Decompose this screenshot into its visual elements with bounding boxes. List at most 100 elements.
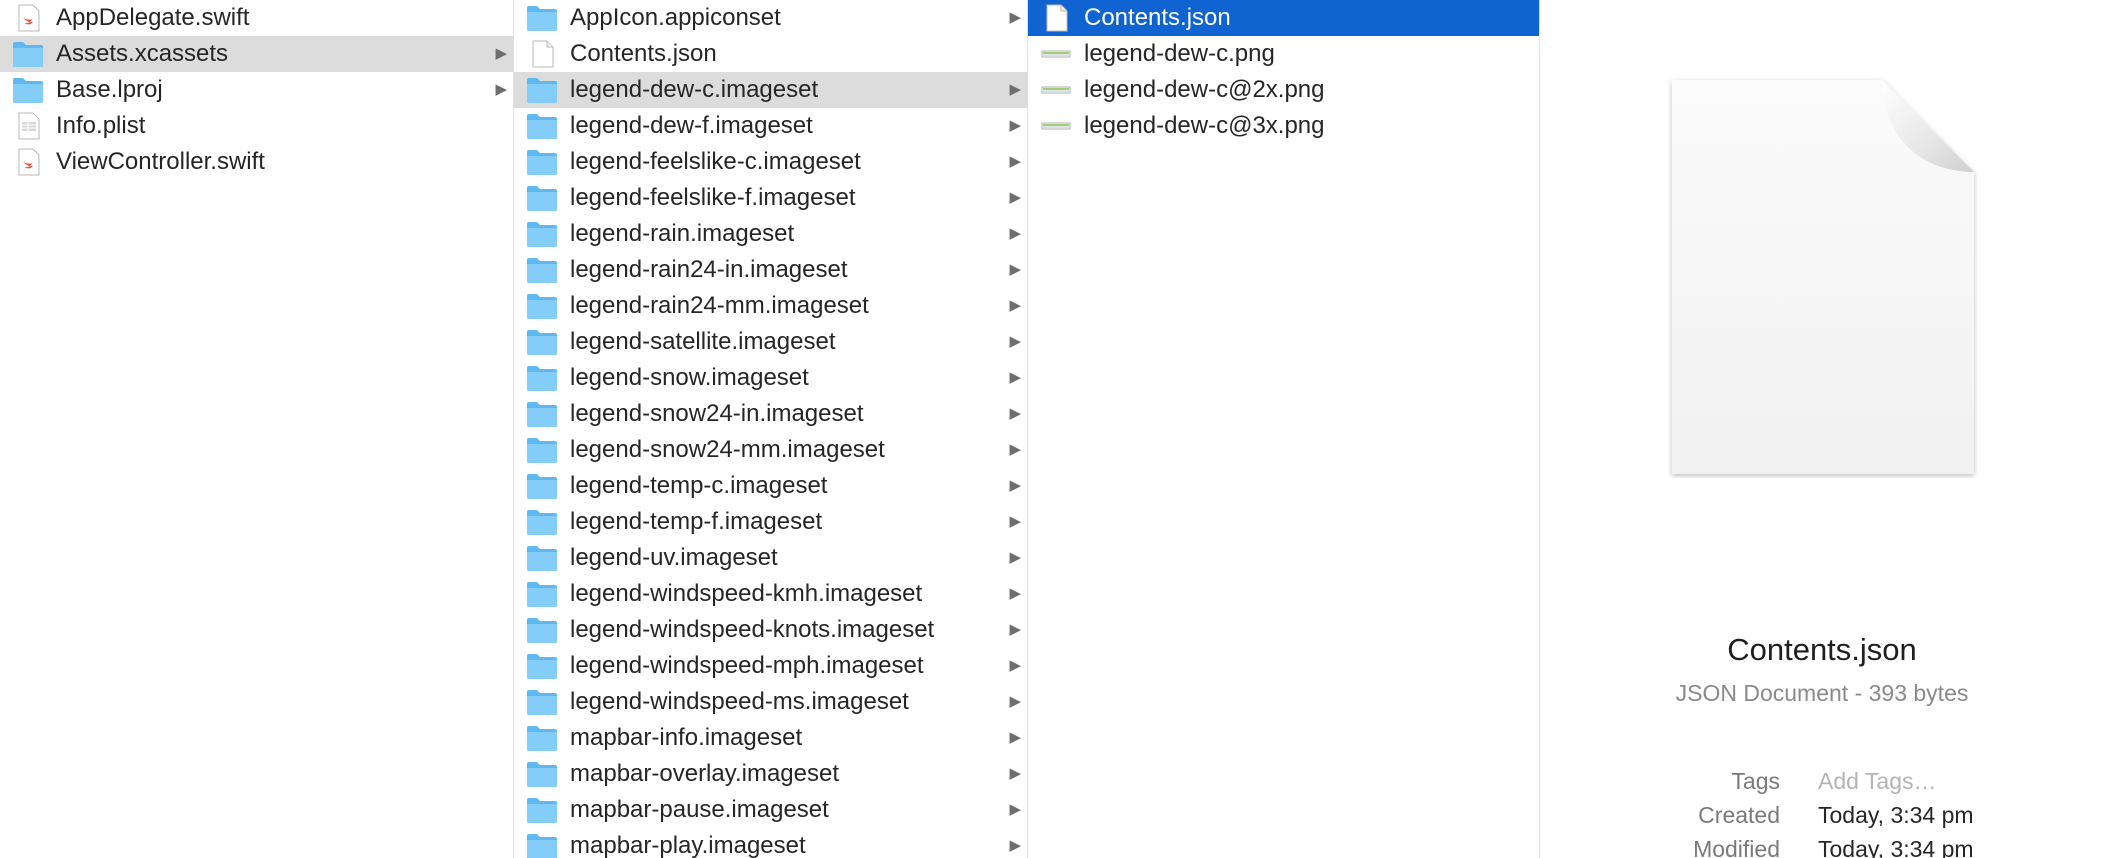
list-item[interactable]: mapbar-pause.imageset ▶ — [514, 792, 1027, 828]
folder-icon — [526, 796, 558, 824]
png-image-icon — [1040, 76, 1072, 104]
item-label: AppDelegate.swift — [56, 4, 250, 31]
preview-file-kind: JSON Document - 393 bytes — [1675, 680, 1969, 706]
list-item[interactable]: legend-dew-f.imageset ▶ — [514, 108, 1027, 144]
disclosure-chevron-icon: ▶ — [1009, 333, 1021, 350]
disclosure-chevron-icon: ▶ — [1009, 189, 1021, 206]
folder-icon — [526, 364, 558, 392]
disclosure-chevron-icon: ▶ — [495, 81, 507, 98]
disclosure-chevron-icon: ▶ — [1009, 585, 1021, 602]
list-item[interactable]: legend-snow.imageset ▶ — [514, 360, 1027, 396]
list-item[interactable]: legend-dew-c@3x.png — [1028, 108, 1539, 144]
disclosure-chevron-icon: ▶ — [495, 45, 507, 62]
large-document-icon — [1672, 80, 1974, 474]
disclosure-chevron-icon: ▶ — [1009, 261, 1021, 278]
item-label: legend-satellite.imageset — [570, 328, 836, 355]
list-item[interactable]: mapbar-play.imageset ▶ — [514, 828, 1027, 858]
list-item[interactable]: legend-snow24-mm.imageset ▶ — [514, 432, 1027, 468]
list-item[interactable]: Info.plist — [0, 108, 513, 144]
list-item[interactable]: legend-satellite.imageset ▶ — [514, 324, 1027, 360]
folder-icon — [526, 220, 558, 248]
disclosure-chevron-icon: ▶ — [1009, 441, 1021, 458]
assets-column[interactable]: AppIcon.appiconset ▶ Contents.json legend-d… — [514, 0, 1028, 858]
item-label: legend-snow24-in.imageset — [570, 400, 864, 427]
item-label: ViewController.swift — [56, 148, 265, 175]
preview-pane: Contents.json JSON Document - 393 bytes … — [1540, 0, 2104, 858]
item-label: legend-windspeed-kmh.imageset — [570, 580, 923, 607]
list-item[interactable]: legend-windspeed-knots.imageset ▶ — [514, 612, 1027, 648]
png-image-icon — [1040, 40, 1072, 68]
list-item[interactable]: legend-windspeed-kmh.imageset ▶ — [514, 576, 1027, 612]
item-label: legend-snow.imageset — [570, 364, 809, 391]
disclosure-chevron-icon: ▶ — [1009, 765, 1021, 782]
list-item[interactable]: AppIcon.appiconset ▶ — [514, 0, 1027, 36]
project-column[interactable]: AppDelegate.swift Assets.xcassets ▶ Base.lp… — [0, 0, 514, 858]
preview-file-name: Contents.json — [1727, 632, 1917, 667]
list-item[interactable]: legend-windspeed-ms.imageset ▶ — [514, 684, 1027, 720]
disclosure-chevron-icon: ▶ — [1009, 693, 1021, 710]
list-item[interactable]: legend-temp-f.imageset ▶ — [514, 504, 1027, 540]
item-label: legend-dew-c.png — [1084, 40, 1275, 67]
list-item[interactable]: legend-snow24-in.imageset ▶ — [514, 396, 1027, 432]
item-label: Contents.json — [570, 40, 717, 67]
item-label: Contents.json — [1084, 4, 1231, 31]
list-item[interactable]: legend-rain24-mm.imageset ▶ — [514, 288, 1027, 324]
modified-label: Modified — [1693, 836, 1780, 858]
item-label: legend-temp-f.imageset — [570, 508, 823, 535]
item-label: Assets.xcassets — [56, 40, 229, 67]
list-item[interactable]: legend-temp-c.imageset ▶ — [514, 468, 1027, 504]
folder-icon — [526, 688, 558, 716]
disclosure-chevron-icon: ▶ — [1009, 801, 1021, 818]
item-label: mapbar-play.imageset — [570, 832, 806, 858]
folder-icon — [526, 616, 558, 644]
list-item[interactable]: legend-dew-c.imageset ▶ — [514, 72, 1027, 108]
disclosure-chevron-icon: ▶ — [1009, 81, 1021, 98]
disclosure-chevron-icon: ▶ — [1009, 153, 1021, 170]
list-item[interactable]: Contents.json — [514, 36, 1027, 72]
list-item[interactable]: AppDelegate.swift — [0, 0, 513, 36]
folder-icon — [526, 292, 558, 320]
list-item[interactable]: mapbar-info.imageset ▶ — [514, 720, 1027, 756]
folder-icon — [526, 652, 558, 680]
disclosure-chevron-icon: ▶ — [1009, 657, 1021, 674]
list-item[interactable]: legend-uv.imageset ▶ — [514, 540, 1027, 576]
list-item[interactable]: legend-rain24-in.imageset ▶ — [514, 252, 1027, 288]
document-icon — [1040, 4, 1072, 32]
list-item[interactable]: Contents.json — [1028, 0, 1539, 36]
folder-icon — [526, 508, 558, 536]
add-tags-field[interactable]: Add Tags… — [1818, 765, 1936, 797]
project-file-list: AppDelegate.swift Assets.xcassets ▶ Base.lp… — [0, 0, 513, 180]
folder-icon — [526, 184, 558, 212]
created-row: Created Today, 3:34 pm — [1540, 799, 2104, 831]
folder-icon — [526, 328, 558, 356]
assets-file-list: AppIcon.appiconset ▶ Contents.json legend-d… — [514, 0, 1027, 858]
folder-icon — [526, 580, 558, 608]
list-item[interactable]: legend-windspeed-mph.imageset ▶ — [514, 648, 1027, 684]
disclosure-chevron-icon: ▶ — [1009, 117, 1021, 134]
list-item[interactable]: legend-dew-c.png — [1028, 36, 1539, 72]
swift-file-icon — [12, 4, 44, 32]
list-item[interactable]: legend-rain.imageset ▶ — [514, 216, 1027, 252]
item-label: mapbar-pause.imageset — [570, 796, 829, 823]
plist-file-icon — [12, 112, 44, 140]
item-label: Info.plist — [56, 112, 146, 139]
item-label: legend-temp-c.imageset — [570, 472, 828, 499]
item-label: AppIcon.appiconset — [570, 4, 781, 31]
list-item[interactable]: ViewController.swift — [0, 144, 513, 180]
list-item[interactable]: legend-feelslike-f.imageset ▶ — [514, 180, 1027, 216]
list-item[interactable]: mapbar-overlay.imageset ▶ — [514, 756, 1027, 792]
imageset-column[interactable]: Contents.json legend-dew-c.png legend-dew-… — [1028, 0, 1540, 858]
list-item[interactable]: Base.lproj ▶ — [0, 72, 513, 108]
list-item[interactable]: legend-feelslike-c.imageset ▶ — [514, 144, 1027, 180]
disclosure-chevron-icon: ▶ — [1009, 729, 1021, 746]
list-item[interactable]: legend-dew-c@2x.png — [1028, 72, 1539, 108]
folder-icon — [526, 256, 558, 284]
created-value: Today, 3:34 pm — [1818, 802, 1974, 828]
list-item[interactable]: Assets.xcassets ▶ — [0, 36, 513, 72]
modified-value: Today, 3:34 pm — [1818, 836, 1974, 858]
item-label: legend-rain24-in.imageset — [570, 256, 848, 283]
item-label: legend-feelslike-f.imageset — [570, 184, 856, 211]
created-label: Created — [1698, 802, 1780, 828]
item-label: legend-snow24-mm.imageset — [570, 436, 885, 463]
item-label: legend-windspeed-ms.imageset — [570, 688, 909, 715]
